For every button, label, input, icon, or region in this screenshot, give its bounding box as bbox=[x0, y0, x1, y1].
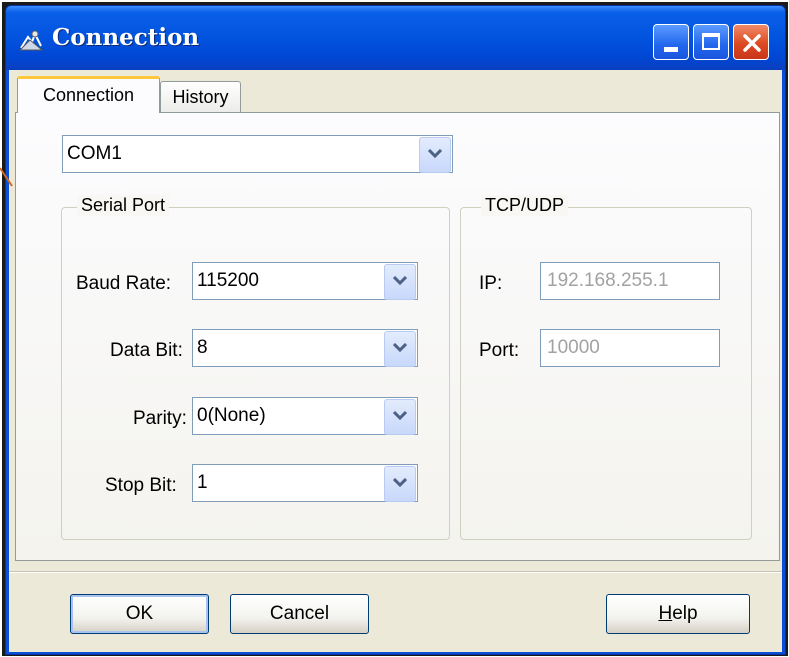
tcp-udp-legend: TCP/UDP bbox=[481, 195, 569, 216]
stop-bit-label: Stop Bit: bbox=[105, 475, 177, 496]
title-bar[interactable]: Connection bbox=[6, 6, 785, 70]
minimize-icon bbox=[664, 47, 678, 52]
data-bit-value: 8 bbox=[197, 337, 208, 358]
tab-panel: COM1 Serial Port Baud Rate: 115200 Data … bbox=[15, 112, 780, 561]
port-select[interactable]: COM1 bbox=[62, 135, 453, 173]
ip-label: IP: bbox=[479, 273, 503, 294]
parity-value: 0(None) bbox=[197, 405, 266, 426]
dropdown-button[interactable] bbox=[384, 264, 416, 300]
help-button[interactable]: Help bbox=[606, 594, 750, 634]
ok-button[interactable]: OK bbox=[70, 594, 209, 634]
button-separator bbox=[9, 571, 782, 573]
maximize-icon bbox=[702, 33, 720, 50]
close-icon bbox=[743, 34, 761, 52]
baud-rate-label: Baud Rate: bbox=[76, 273, 172, 294]
port-field[interactable]: 10000 bbox=[540, 329, 720, 367]
help-mnemonic: H bbox=[658, 603, 673, 624]
connection-dialog: Connection COM1 Serial Port Baud Rate: 1… bbox=[5, 5, 786, 655]
close-button[interactable] bbox=[733, 24, 769, 60]
chevron-down-icon bbox=[393, 478, 407, 488]
parity-select[interactable]: 0(None) bbox=[192, 397, 418, 435]
baud-rate-select[interactable]: 115200 bbox=[192, 262, 418, 300]
ip-field[interactable]: 192.168.255.1 bbox=[540, 262, 720, 300]
serial-port-legend: Serial Port bbox=[77, 195, 170, 216]
callout-line bbox=[0, 167, 13, 187]
dropdown-button[interactable] bbox=[384, 466, 416, 502]
chevron-down-icon bbox=[393, 343, 407, 353]
tab-history[interactable]: History bbox=[160, 81, 241, 112]
baud-rate-value: 115200 bbox=[197, 270, 259, 291]
data-bit-label: Data Bit: bbox=[110, 340, 183, 361]
dropdown-button[interactable] bbox=[384, 331, 416, 367]
tcp-udp-group bbox=[460, 207, 752, 540]
stop-bit-value: 1 bbox=[197, 472, 208, 493]
data-bit-select[interactable]: 8 bbox=[192, 329, 418, 367]
maximize-button[interactable] bbox=[693, 24, 729, 60]
help-label: elp bbox=[672, 603, 698, 624]
chevron-down-icon bbox=[393, 411, 407, 421]
tab-connection[interactable]: Connection bbox=[17, 76, 160, 113]
chevron-down-icon bbox=[428, 149, 442, 159]
port-select-value: COM1 bbox=[67, 143, 122, 164]
dropdown-button[interactable] bbox=[419, 137, 451, 173]
parity-label: Parity: bbox=[133, 408, 187, 429]
chevron-down-icon bbox=[393, 276, 407, 286]
cancel-button[interactable]: Cancel bbox=[230, 594, 369, 634]
connection-icon bbox=[18, 28, 44, 54]
dropdown-button[interactable] bbox=[384, 399, 416, 435]
port-value: 10000 bbox=[547, 337, 600, 358]
minimize-button[interactable] bbox=[653, 24, 689, 60]
window-title: Connection bbox=[52, 24, 200, 51]
ip-value: 192.168.255.1 bbox=[547, 270, 669, 291]
client-area: COM1 Serial Port Baud Rate: 115200 Data … bbox=[9, 70, 782, 652]
stop-bit-select[interactable]: 1 bbox=[192, 464, 418, 502]
port-label: Port: bbox=[479, 340, 520, 361]
